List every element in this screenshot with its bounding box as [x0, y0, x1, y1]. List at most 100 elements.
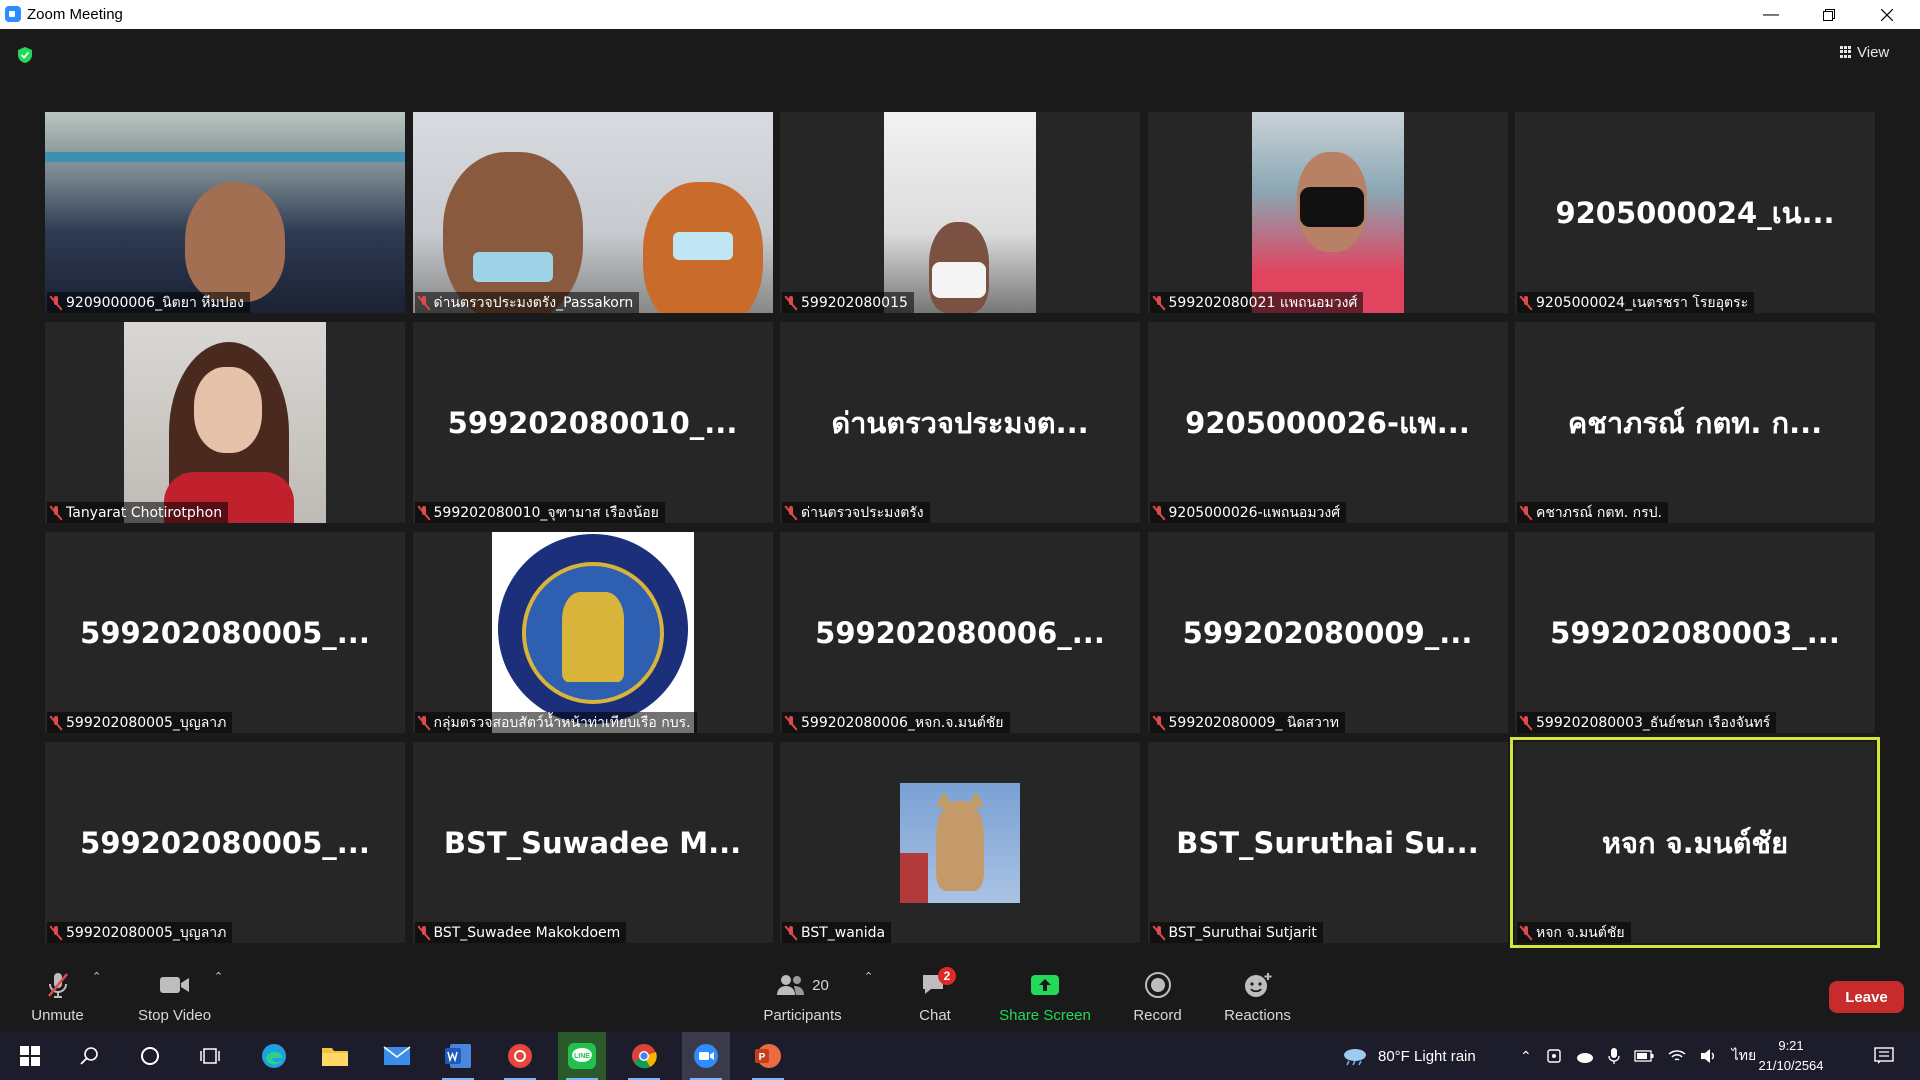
weather-widget[interactable]: 80°F Light rain	[1342, 1032, 1476, 1080]
rain-cloud-icon	[1344, 1049, 1366, 1066]
participant-name: 9205000026-แพถนอมวงศ์	[1168, 504, 1341, 521]
participant-tile[interactable]: 599202080021 แพถนอมวงศ์	[1147, 112, 1508, 313]
participant-name-label: 599202080009_ นิดสวาท	[1149, 712, 1345, 733]
muted-microphone-icon	[1521, 505, 1531, 520]
record-icon	[1144, 972, 1171, 998]
chevron-up-icon[interactable]: ⌃	[1520, 1048, 1532, 1065]
participant-video	[412, 112, 773, 313]
participant-name-label: BST_wanida	[782, 922, 892, 943]
tray-microphone-icon[interactable]	[1608, 1047, 1620, 1065]
leave-button[interactable]: Leave	[1829, 981, 1904, 1013]
stop-video-label: Stop Video	[137, 1007, 212, 1024]
minimize-button[interactable]: —	[1748, 0, 1794, 29]
battery-icon[interactable]	[1634, 1050, 1654, 1062]
participants-options-caret[interactable]: ⌃	[864, 970, 873, 983]
participant-name: 599202080015	[801, 294, 908, 311]
onedrive-cloud-icon[interactable]	[1576, 1048, 1594, 1064]
mail-taskbar-app[interactable]	[373, 1032, 421, 1080]
clock-date: 21/10/2564	[1758, 1058, 1824, 1073]
participant-name-label: กลุ่มตรวจสอบสัตว์น้ำหน้าท่าเทียบเรือ กบร…	[414, 712, 697, 733]
edge-taskbar-app[interactable]	[250, 1032, 298, 1080]
participants-button[interactable]: 20 Participants	[760, 960, 845, 1030]
participant-display-name: 599202080009_...	[1182, 615, 1473, 650]
participant-tile[interactable]: BST_Suruthai Su... BST_Suruthai Sutjarit	[1147, 742, 1508, 943]
participant-tile[interactable]: ด่านตรวจประมงต... ด่านตรวจประมงตรัง	[780, 322, 1140, 523]
participant-tile[interactable]: 599202080005_... 599202080005_บุญลาภ	[45, 532, 405, 733]
cortana-circle-icon	[141, 1047, 159, 1065]
participant-name-label: 599202080006_หจก.จ.มนต์ชัย	[782, 712, 1010, 733]
taskbar-clock[interactable]: 9:21 21/10/2564	[1755, 1036, 1827, 1076]
muted-microphone-icon	[1154, 295, 1164, 310]
notifications-button[interactable]	[1860, 1032, 1908, 1080]
restore-button[interactable]	[1806, 0, 1852, 29]
participant-tile-active-speaker[interactable]: หจก จ.มนต์ชัย หจก จ.มนต์ชัย	[1510, 737, 1880, 948]
chrome-alt-taskbar-app[interactable]	[496, 1032, 544, 1080]
file-explorer-taskbar-app[interactable]	[311, 1032, 359, 1080]
zoom-taskbar-app[interactable]	[682, 1032, 730, 1080]
participant-name: ด่านตรวจประมงตรัง_Passakorn	[433, 294, 634, 311]
unmute-button[interactable]: Unmute	[20, 960, 95, 1030]
participant-name-label: 599202080021 แพถนอมวงศ์	[1149, 292, 1364, 313]
department-seal-image	[491, 532, 694, 733]
muted-microphone-icon	[51, 715, 61, 730]
participant-tile[interactable]: 599202080003_... 599202080003_ธันย์ชนก เร…	[1515, 532, 1875, 733]
participant-tile[interactable]: 9209000006_นิตยา หีมปอง	[45, 112, 405, 313]
participant-name: 599202080009_ นิดสวาท	[1168, 714, 1340, 731]
muted-microphone-icon	[51, 505, 61, 520]
meet-now-icon[interactable]	[1546, 1048, 1562, 1064]
security-shield-icon[interactable]	[16, 46, 34, 64]
start-button[interactable]	[6, 1032, 54, 1080]
meeting-toolbar: Unmute ⌃ Stop Video ⌃ 20 Participants ⌃	[0, 960, 1920, 1030]
video-options-caret[interactable]: ⌃	[214, 970, 223, 983]
svg-text:P: P	[759, 1052, 766, 1063]
participant-tile[interactable]: Tanyarat Chotirotphon	[45, 322, 405, 523]
participant-tile[interactable]: 599202080006_... 599202080006_หจก.จ.มนต์ช…	[780, 532, 1140, 733]
participant-name-label: BST_Suruthai Sutjarit	[1149, 922, 1323, 943]
participant-tile[interactable]: 599202080005_... 599202080005_บุญลาภ	[45, 742, 405, 943]
participant-name-label: ด่านตรวจประมงตรัง_Passakorn	[414, 292, 640, 313]
view-label: View	[1857, 43, 1890, 61]
muted-microphone-icon	[1154, 925, 1164, 940]
participant-video	[884, 112, 1036, 313]
close-icon	[1881, 8, 1893, 21]
reactions-label: Reactions	[1224, 1007, 1291, 1024]
stop-video-button[interactable]: Stop Video	[132, 960, 217, 1030]
view-button[interactable]: View	[1840, 40, 1906, 64]
participant-tile[interactable]: BST_Suwadee M... BST_Suwadee Makokdoem	[412, 742, 773, 943]
participant-display-name: 599202080005_...	[80, 825, 370, 860]
record-button[interactable]: Record	[1125, 960, 1190, 1030]
volume-icon[interactable]	[1700, 1048, 1718, 1064]
notification-center-icon	[1874, 1047, 1894, 1064]
chrome-taskbar-app[interactable]	[620, 1032, 668, 1080]
audio-options-caret[interactable]: ⌃	[92, 970, 101, 983]
close-button[interactable]	[1864, 0, 1910, 29]
task-view-button[interactable]	[186, 1032, 234, 1080]
chat-badge: 2	[938, 967, 956, 985]
share-screen-button[interactable]: Share Screen	[995, 960, 1095, 1030]
muted-microphone-icon	[786, 925, 796, 940]
participant-tile[interactable]: 599202080015	[780, 112, 1140, 313]
participant-name-label: 9205000024_เนตรชรา โรยอุตระ	[1517, 292, 1755, 313]
line-taskbar-app[interactable]: LINE	[558, 1032, 606, 1080]
participant-tile[interactable]: 9205000026-แพ... 9205000026-แพถนอมวงศ์	[1147, 322, 1508, 523]
word-taskbar-app[interactable]	[434, 1032, 482, 1080]
input-language[interactable]: ไทย	[1732, 1045, 1756, 1067]
participant-tile[interactable]: กลุ่มตรวจสอบสัตว์น้ำหน้าท่าเทียบเรือ กบร…	[412, 532, 773, 733]
chat-button[interactable]: 2 Chat	[905, 960, 965, 1030]
participant-name: 599202080005_บุญลาภ	[66, 714, 227, 731]
muted-microphone-icon	[1521, 715, 1531, 730]
unmute-label: Unmute	[31, 1007, 84, 1024]
participant-tile[interactable]: คชาภรณ์ กตท. ก... คชาภรณ์ กตท. กรป.	[1515, 322, 1875, 523]
participant-tile[interactable]: ด่านตรวจประมงตรัง_Passakorn	[412, 112, 773, 313]
participant-display-name: 599202080003_...	[1550, 615, 1840, 650]
participant-tile[interactable]: 9205000024_เน... 9205000024_เนตรชรา โรยอุ…	[1515, 112, 1875, 313]
cortana-button[interactable]	[126, 1032, 174, 1080]
participant-tile[interactable]: 599202080010_... 599202080010_จุฑามาส เรื…	[412, 322, 773, 523]
powerpoint-taskbar-app[interactable]: P	[744, 1032, 792, 1080]
search-taskbar-button[interactable]	[66, 1032, 114, 1080]
participant-tile[interactable]: 599202080009_... 599202080009_ นิดสวาท	[1147, 532, 1508, 733]
participant-video	[45, 112, 405, 313]
wifi-icon[interactable]	[1668, 1048, 1686, 1064]
reactions-button[interactable]: Reactions	[1220, 960, 1295, 1030]
participant-tile[interactable]: BST_wanida	[780, 742, 1140, 943]
